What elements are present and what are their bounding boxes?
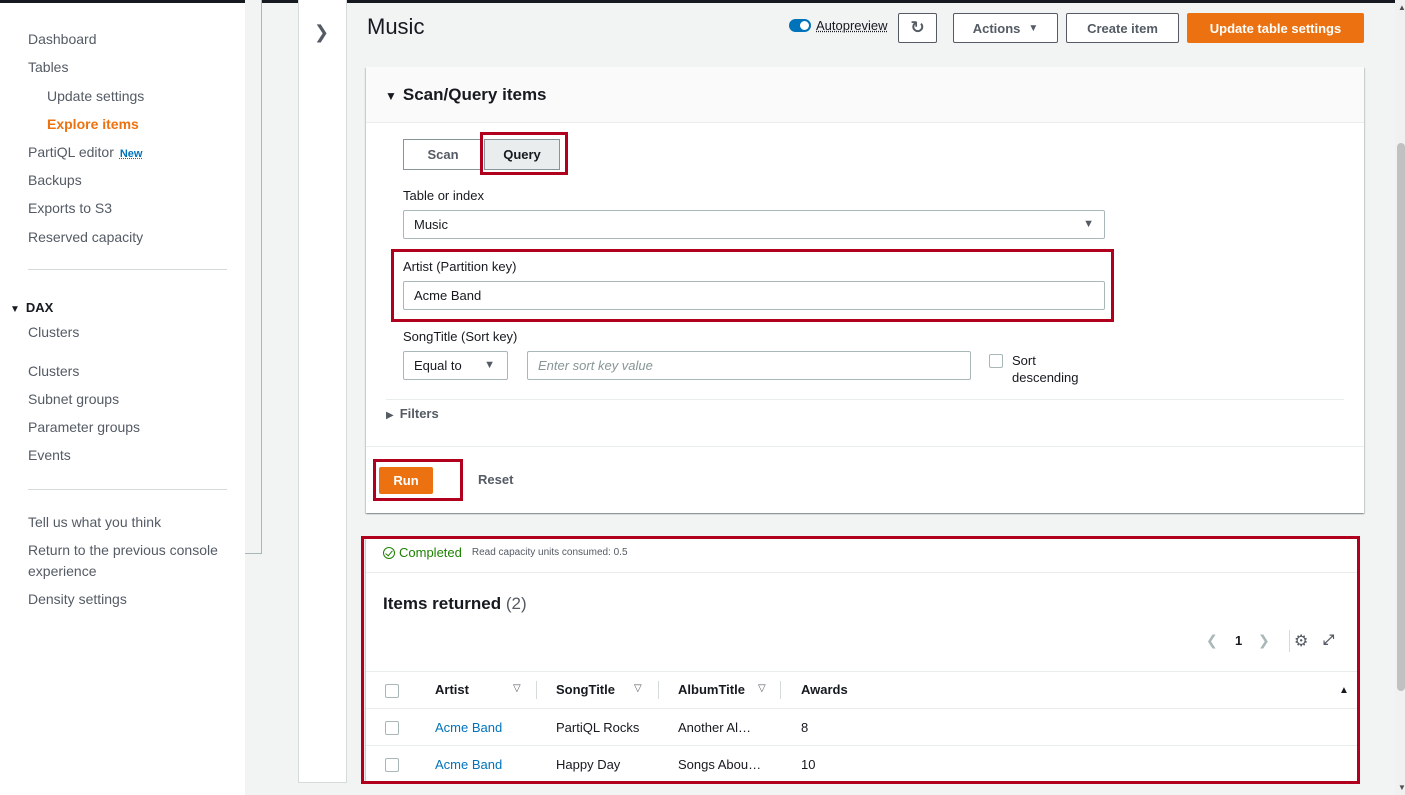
filters-expander[interactable]: ▶ Filters bbox=[386, 406, 439, 421]
sidebar-item-dashboard[interactable]: Dashboard bbox=[28, 31, 97, 47]
partition-key-label: Artist (Partition key) bbox=[403, 259, 517, 274]
run-button[interactable]: Run bbox=[379, 467, 433, 494]
actions-button[interactable]: Actions ▼ bbox=[953, 13, 1058, 43]
filters-label: Filters bbox=[399, 406, 439, 421]
split-panel-toggle bbox=[298, 0, 347, 783]
sidebar-nav: Dashboard Tables Update settings Explore… bbox=[0, 3, 245, 795]
sort-key-label: SongTitle (Sort key) bbox=[403, 329, 518, 344]
sidebar-item-clusters[interactable]: Clusters bbox=[28, 363, 79, 379]
panel-header[interactable]: ▼ Scan/Query items bbox=[366, 67, 1364, 123]
select-value: Music bbox=[414, 217, 448, 232]
table-or-index-select[interactable]: Music ▼ bbox=[403, 210, 1105, 239]
sidebar-item-parameter-groups[interactable]: Parameter groups bbox=[28, 419, 140, 435]
divider bbox=[366, 446, 1364, 447]
sidebar-item-previous-console-cont[interactable]: experience bbox=[28, 563, 97, 579]
scan-toggle-button[interactable]: Scan bbox=[403, 139, 483, 170]
sort-descending-label: Sort descending bbox=[1012, 352, 1079, 386]
select-value: Equal to bbox=[414, 358, 462, 373]
caret-down-icon: ▼ bbox=[385, 89, 397, 103]
sidebar-item-partiql-editor[interactable]: PartiQL editor New bbox=[28, 144, 142, 160]
section-label: DAX bbox=[25, 300, 54, 315]
caret-down-icon: ▼ bbox=[1028, 22, 1039, 34]
sidebar-item-density-settings[interactable]: Density settings bbox=[28, 591, 127, 607]
partition-key-input[interactable]: Acme Band bbox=[403, 281, 1105, 310]
sort-key-input[interactable]: Enter sort key value bbox=[527, 351, 971, 380]
sidebar-item-reserved-capacity[interactable]: Reserved capacity bbox=[28, 229, 143, 245]
panel-title: ▼ Scan/Query items bbox=[385, 85, 547, 105]
scroll-up-icon[interactable]: ▲ bbox=[1398, 3, 1405, 12]
sort-operator-select[interactable]: Equal to ▼ bbox=[403, 351, 508, 380]
sidebar-item-exports[interactable]: Exports to S3 bbox=[28, 200, 112, 216]
autopreview-toggle[interactable]: Autopreview bbox=[789, 18, 888, 33]
sort-descending-line1: Sort bbox=[1012, 353, 1036, 368]
chevron-right-icon[interactable]: ❯ bbox=[314, 22, 329, 43]
sidebar-item-tables[interactable]: Tables bbox=[28, 59, 68, 75]
sidebar-section-dax[interactable]: ▼ DAX bbox=[10, 300, 53, 315]
sidebar-item-backups[interactable]: Backups bbox=[28, 172, 82, 188]
scrollbar-thumb[interactable] bbox=[1397, 143, 1405, 691]
caret-right-icon: ▶ bbox=[386, 410, 394, 421]
toggle-switch[interactable] bbox=[789, 19, 811, 32]
new-badge: New bbox=[119, 148, 143, 160]
sidebar-item-dax-clusters[interactable]: Clusters bbox=[28, 324, 79, 340]
caret-down-icon: ▼ bbox=[484, 359, 495, 371]
autopreview-label: Autopreview bbox=[816, 18, 888, 33]
highlight-box bbox=[480, 132, 568, 175]
page-title: Music bbox=[367, 14, 425, 39]
nav-divider bbox=[28, 269, 227, 270]
scan-query-panel: ▼ Scan/Query items Scan Query Table or in… bbox=[366, 67, 1364, 513]
sidebar-item-previous-console[interactable]: Return to the previous console bbox=[28, 542, 218, 558]
panel-title-text: Scan/Query items bbox=[402, 85, 547, 104]
sidebar-item-update-settings[interactable]: Update settings bbox=[47, 88, 144, 104]
caret-down-icon: ▼ bbox=[10, 304, 20, 315]
sidebar-item-feedback[interactable]: Tell us what you think bbox=[28, 514, 161, 530]
refresh-icon: ↻ bbox=[910, 18, 925, 37]
actions-label: Actions bbox=[972, 20, 1021, 36]
update-table-settings-button[interactable]: Update table settings bbox=[1187, 13, 1364, 43]
divider bbox=[386, 399, 1344, 400]
table-or-index-label: Table or index bbox=[403, 188, 484, 203]
create-item-button[interactable]: Create item bbox=[1066, 13, 1179, 43]
sort-descending-checkbox[interactable] bbox=[989, 354, 1003, 368]
reset-button[interactable]: Reset bbox=[478, 472, 513, 487]
sort-descending-line2: descending bbox=[1012, 370, 1079, 385]
sidebar-item-label: PartiQL editor bbox=[28, 144, 114, 160]
caret-down-icon: ▼ bbox=[1083, 218, 1094, 230]
scroll-down-icon[interactable]: ▼ bbox=[1398, 783, 1405, 792]
highlight-box bbox=[361, 536, 1360, 784]
refresh-button[interactable]: ↻ bbox=[898, 13, 937, 43]
sidebar-item-explore-items[interactable]: Explore items bbox=[47, 116, 139, 132]
sidebar-rail bbox=[245, 0, 262, 554]
sidebar-item-events[interactable]: Events bbox=[28, 447, 71, 463]
nav-divider bbox=[28, 489, 227, 490]
sidebar-item-subnet-groups[interactable]: Subnet groups bbox=[28, 391, 119, 407]
